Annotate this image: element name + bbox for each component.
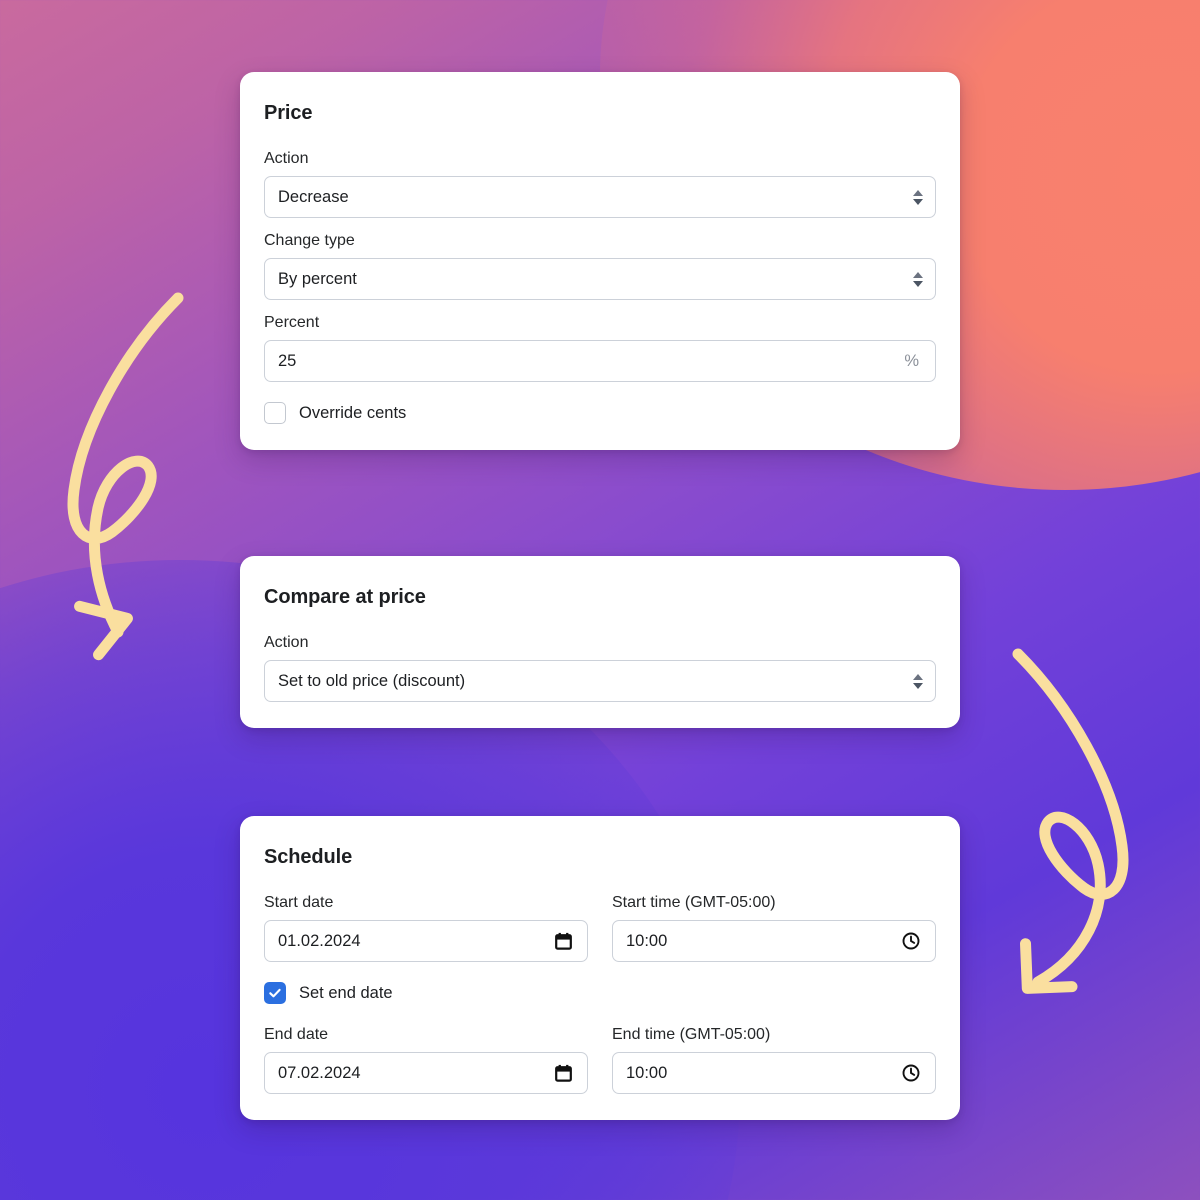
curly-arrow-down-left-icon: [1012, 648, 1129, 994]
start-date-input[interactable]: 01.02.2024: [264, 920, 588, 962]
end-time-label: End time (GMT-05:00): [612, 1026, 771, 1043]
override-cents-checkbox[interactable]: [264, 402, 286, 424]
price-action-label: Action: [264, 150, 309, 167]
start-date-value: 01.02.2024: [278, 931, 361, 950]
calendar-icon[interactable]: [545, 1064, 587, 1082]
start-time-value: 10:00: [626, 931, 668, 950]
start-time-field: Start time (GMT-05:00) 10:00: [612, 894, 936, 962]
price-percent-value: 25: [278, 351, 297, 370]
price-card-title: Price: [264, 102, 313, 124]
clock-icon[interactable]: [893, 932, 935, 950]
price-change-type-label: Change type: [264, 232, 355, 249]
start-date-field: Start date 01.02.2024: [264, 894, 588, 962]
price-card: Price Action Decrease Change type By per…: [240, 72, 960, 450]
compare-at-price-card-title: Compare at price: [264, 586, 426, 608]
end-date-input[interactable]: 07.02.2024: [264, 1052, 588, 1094]
override-cents-label: Override cents: [299, 403, 407, 422]
price-change-type-field: Change type By percent: [264, 232, 936, 300]
schedule-card: Schedule Start date 01.02.2024 Start tim…: [240, 816, 960, 1120]
set-end-date-checkbox[interactable]: [264, 982, 286, 1004]
price-action-field: Action Decrease: [264, 150, 936, 218]
start-date-label: Start date: [264, 894, 334, 911]
canvas: Price Action Decrease Change type By per…: [0, 0, 1200, 1200]
end-time-input[interactable]: 10:00: [612, 1052, 936, 1094]
end-time-field: End time (GMT-05:00) 10:00: [612, 1026, 936, 1094]
override-cents-checkbox-row[interactable]: Override cents: [264, 402, 936, 424]
start-time-label: Start time (GMT-05:00): [612, 894, 776, 911]
price-percent-label: Percent: [264, 314, 320, 331]
schedule-start-row: Start date 01.02.2024 Start time (GMT-05…: [264, 894, 936, 962]
start-time-input[interactable]: 10:00: [612, 920, 936, 962]
set-end-date-label: Set end date: [299, 983, 393, 1002]
select-chevrons-icon: [901, 259, 935, 299]
price-action-select[interactable]: Decrease: [264, 176, 936, 218]
price-percent-field: Percent 25 %: [264, 314, 936, 382]
percent-suffix: %: [904, 351, 919, 370]
checkmark-icon: [269, 988, 281, 998]
end-date-label: End date: [264, 1026, 329, 1043]
set-end-date-checkbox-row[interactable]: Set end date: [264, 982, 936, 1004]
price-action-value: Decrease: [278, 187, 349, 206]
price-change-type-value: By percent: [278, 269, 357, 288]
schedule-end-row: End date 07.02.2024 End time (GMT-05:00): [264, 1026, 936, 1094]
compare-action-value: Set to old price (discount): [278, 671, 466, 690]
price-percent-input[interactable]: 25 %: [264, 340, 936, 382]
compare-action-select[interactable]: Set to old price (discount): [264, 660, 936, 702]
curly-arrow-down-right-icon: [67, 292, 184, 661]
compare-action-label: Action: [264, 634, 309, 651]
schedule-card-title: Schedule: [264, 846, 353, 868]
end-time-value: 10:00: [626, 1063, 668, 1082]
select-chevrons-icon: [901, 177, 935, 217]
calendar-icon[interactable]: [545, 932, 587, 950]
select-chevrons-icon: [901, 661, 935, 701]
compare-action-field: Action Set to old price (discount): [264, 634, 936, 702]
clock-icon[interactable]: [893, 1064, 935, 1082]
price-change-type-select[interactable]: By percent: [264, 258, 936, 300]
compare-at-price-card: Compare at price Action Set to old price…: [240, 556, 960, 728]
end-date-value: 07.02.2024: [278, 1063, 361, 1082]
end-date-field: End date 07.02.2024: [264, 1026, 588, 1094]
